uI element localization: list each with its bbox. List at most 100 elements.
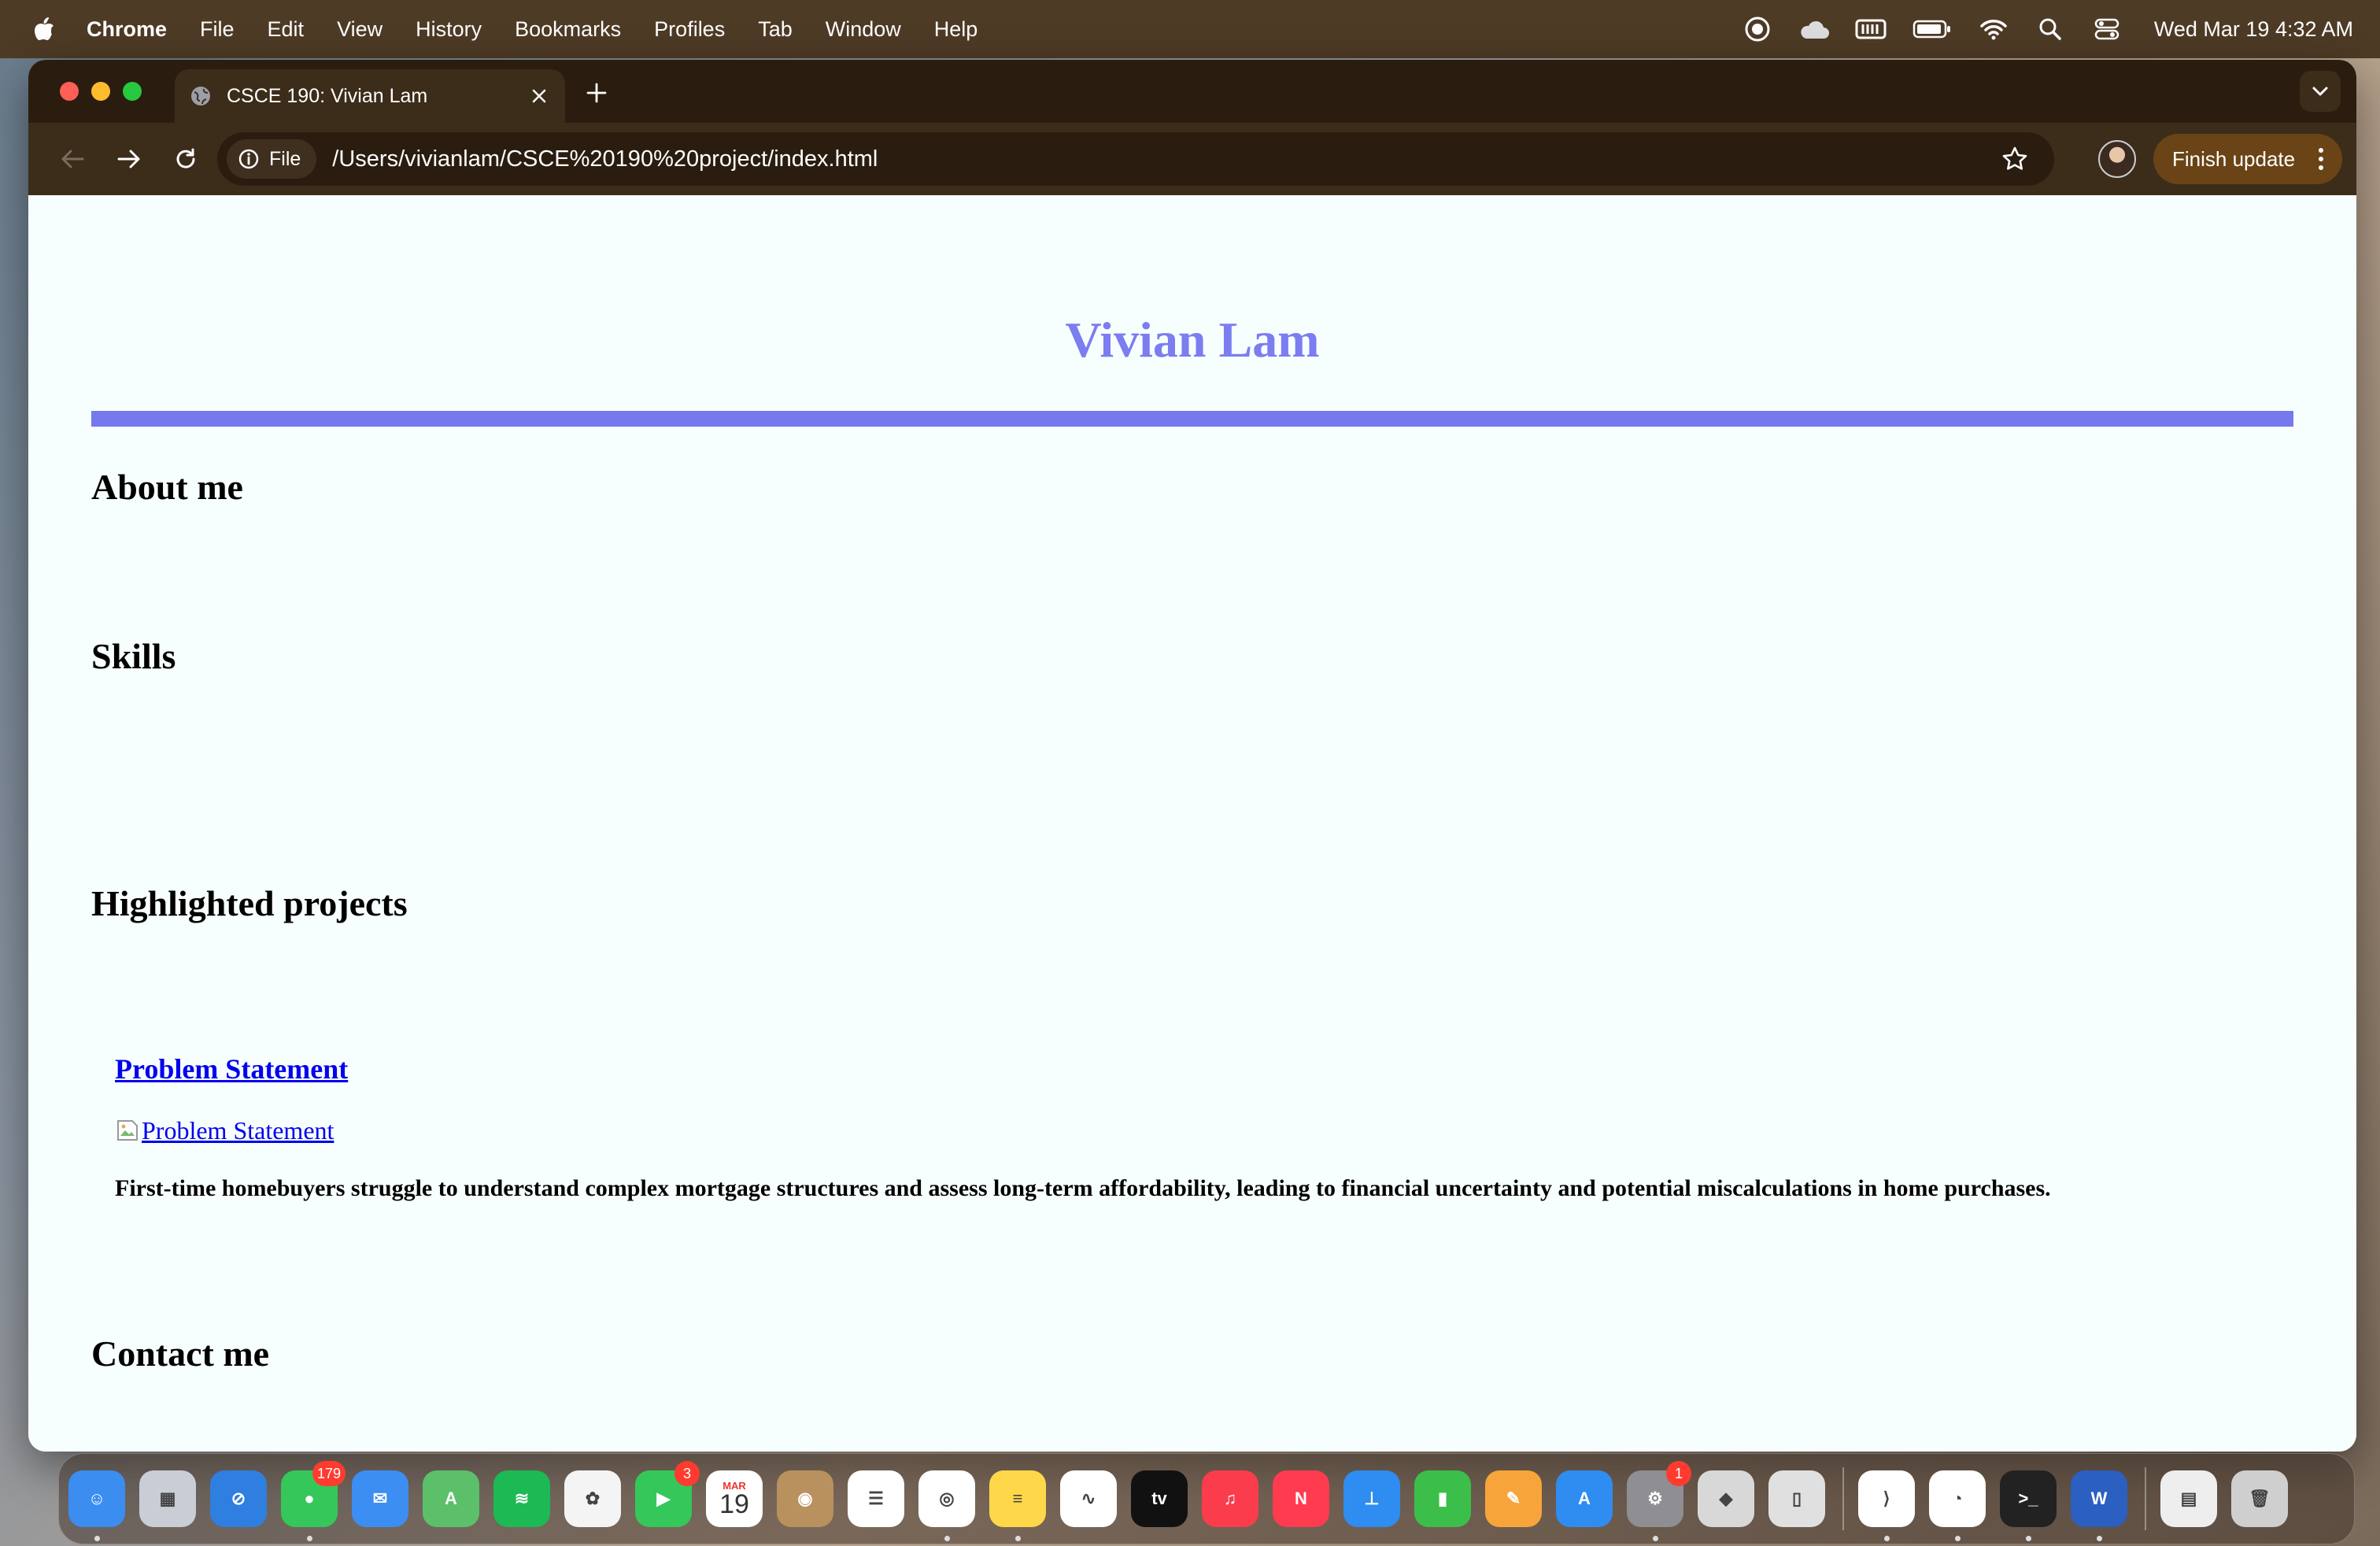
dock-app-apple-tv[interactable]: tv: [1131, 1470, 1188, 1527]
maps-icon: A: [445, 1489, 457, 1508]
dock-app-launchpad[interactable]: ▦: [139, 1470, 196, 1527]
dock-app-chrome[interactable]: ◎: [918, 1470, 975, 1541]
roblox-icon: ◆: [1719, 1489, 1733, 1508]
dock-app-app-store[interactable]: A: [1556, 1470, 1613, 1527]
address-bar[interactable]: File /Users/vivianlam/CSCE%20190%20proje…: [217, 132, 2054, 186]
running-indicator: [1015, 1536, 1021, 1541]
finder-icon: ☺: [87, 1489, 106, 1508]
dock-app-freeform[interactable]: ∿: [1060, 1470, 1117, 1527]
wifi-icon[interactable]: [1978, 13, 2009, 45]
menu-item-view[interactable]: View: [337, 17, 382, 42]
site-info-chip[interactable]: File: [227, 139, 317, 179]
tab-active[interactable]: CSCE 190: Vivian Lam: [175, 69, 565, 123]
dock-app-pages[interactable]: ✎: [1485, 1470, 1542, 1527]
dock-app-music[interactable]: ♫: [1202, 1470, 1258, 1527]
dock-app-vscode[interactable]: ⟩: [1858, 1470, 1915, 1541]
word-icon: W: [2090, 1489, 2108, 1508]
activity-monitor-icon: ◔: [1952, 1489, 1963, 1508]
dock-app-system-settings[interactable]: ⚙ 1: [1627, 1461, 1691, 1541]
browser-toolbar: File /Users/vivianlam/CSCE%20190%20proje…: [28, 123, 2356, 195]
profile-avatar[interactable]: [2098, 140, 2136, 178]
battery-icon[interactable]: [1912, 13, 1953, 45]
dock-app-activity-monitor[interactable]: ◔: [1929, 1470, 1986, 1541]
dock-app-terminal[interactable]: >_: [2000, 1470, 2057, 1541]
launchpad-icon: ▦: [159, 1489, 176, 1508]
running-indicator: [2026, 1536, 2031, 1541]
apple-menu-icon[interactable]: [31, 15, 57, 43]
minimize-window-button[interactable]: [91, 82, 110, 101]
menu-item-edit[interactable]: Edit: [268, 17, 305, 42]
spotlight-icon[interactable]: [2034, 13, 2066, 45]
dock-app-news[interactable]: N: [1273, 1470, 1329, 1527]
problem-statement-link[interactable]: Problem Statement: [115, 1055, 348, 1083]
facetime-icon: ▶: [656, 1489, 671, 1508]
menu-item-file[interactable]: File: [200, 17, 235, 42]
dock-app-calendar[interactable]: MAR 19: [706, 1470, 763, 1527]
dock-app-word[interactable]: W: [2071, 1470, 2127, 1541]
menu-item-history[interactable]: History: [416, 17, 482, 42]
bookmark-star-icon[interactable]: [1999, 143, 2031, 175]
calendar-day: 19: [719, 1489, 749, 1519]
url-text[interactable]: /Users/vivianlam/CSCE%20190%20project/in…: [332, 146, 1999, 172]
photos-icon: ✿: [585, 1489, 601, 1508]
menu-item-bookmarks[interactable]: Bookmarks: [515, 17, 621, 42]
page-title: Vivian Lam: [1065, 312, 1320, 368]
dock-app-roblox[interactable]: ◆: [1698, 1470, 1754, 1527]
fullscreen-window-button[interactable]: [123, 82, 142, 101]
dock-app-facetime[interactable]: ▶ 3: [635, 1461, 700, 1527]
finish-update-button[interactable]: Finish update: [2153, 134, 2342, 184]
running-indicator: [2097, 1536, 2102, 1541]
dock-app-safari[interactable]: ⊘: [210, 1470, 267, 1527]
dock-separator: [2145, 1467, 2146, 1530]
menu-item-tab[interactable]: Tab: [758, 17, 793, 42]
more-vertical-icon: [2309, 143, 2333, 175]
site-info-label: File: [269, 147, 301, 170]
highlighted-projects-heading: Highlighted projects: [91, 883, 408, 923]
dock-app-finder[interactable]: ☺: [68, 1470, 125, 1541]
control-center-icon[interactable]: [2091, 13, 2123, 45]
tab-search-chevron-icon[interactable]: [2300, 71, 2341, 112]
dock-app-trash[interactable]: 🗑: [2231, 1470, 2288, 1527]
close-window-button[interactable]: [60, 82, 79, 101]
system-settings-icon: ⚙: [1647, 1489, 1663, 1508]
close-tab-icon[interactable]: [527, 84, 551, 108]
status-area: Wed Mar 19 4:32 AM: [1717, 0, 2353, 58]
freeform-icon: ∿: [1081, 1489, 1096, 1508]
cloud-icon[interactable]: [1798, 13, 1830, 45]
forward-arrow-icon[interactable]: [110, 140, 148, 178]
dock-app-contacts[interactable]: ◉: [777, 1470, 833, 1527]
back-arrow-icon[interactable]: [54, 140, 91, 178]
focus-icon[interactable]: [1742, 13, 1773, 45]
menu-item-help[interactable]: Help: [934, 17, 978, 42]
safari-icon: ⊘: [231, 1489, 246, 1508]
dock-app-photos[interactable]: ✿: [564, 1470, 621, 1527]
menu-bar-clock[interactable]: Wed Mar 19 4:32 AM: [2154, 17, 2353, 42]
mail-icon: ✉: [372, 1489, 388, 1508]
menu-item-window[interactable]: Window: [826, 17, 901, 42]
dock-separator: [1842, 1467, 1844, 1530]
dock-app-maps[interactable]: A: [423, 1470, 479, 1527]
downloads-stack-icon: ▤: [2180, 1489, 2197, 1508]
memory-icon[interactable]: [1855, 13, 1887, 45]
dock-app-iphone-mirroring[interactable]: ▯: [1768, 1470, 1825, 1527]
dock-app-keynote[interactable]: ⊥: [1343, 1470, 1400, 1527]
dock-app-notes[interactable]: ≡: [989, 1470, 1046, 1541]
spotify-icon: ≋: [514, 1489, 530, 1508]
running-indicator: [1884, 1536, 1890, 1541]
new-tab-icon[interactable]: [579, 76, 614, 110]
menu-item-profiles[interactable]: Profiles: [654, 17, 725, 42]
app-store-icon: A: [1578, 1489, 1591, 1508]
reload-icon[interactable]: [167, 140, 205, 178]
menu-item-chrome[interactable]: Chrome: [87, 17, 167, 42]
dock-app-numbers[interactable]: ▮: [1414, 1470, 1471, 1527]
title-divider: [91, 411, 2293, 427]
dock-app-reminders[interactable]: ☰: [848, 1470, 904, 1527]
dock-app-mail[interactable]: ✉: [352, 1470, 408, 1527]
problem-statement-image-link[interactable]: Problem Statement: [115, 1118, 334, 1143]
dock-app-spotify[interactable]: ≋: [493, 1470, 550, 1527]
running-indicator: [944, 1536, 950, 1541]
dock-app-messages[interactable]: ● 179: [281, 1461, 346, 1541]
news-icon: N: [1295, 1489, 1307, 1508]
notes-icon: ≡: [1012, 1489, 1023, 1508]
dock-app-downloads-stack[interactable]: ▤: [2160, 1470, 2217, 1527]
